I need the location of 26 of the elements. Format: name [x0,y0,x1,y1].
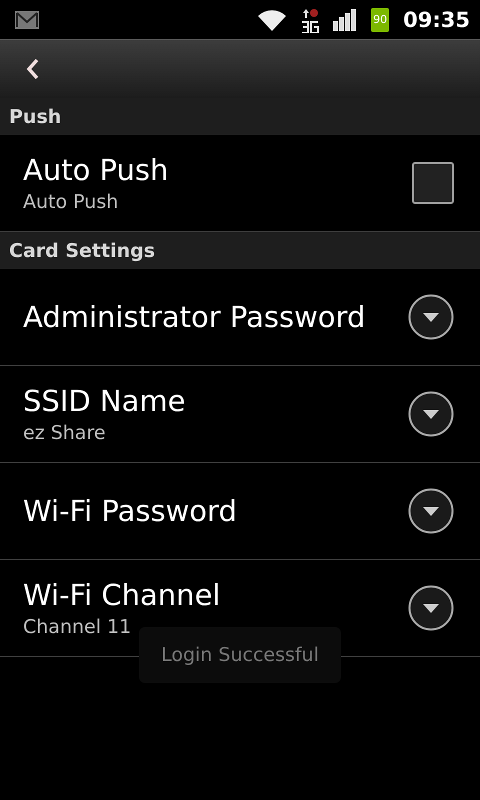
setting-title: Wi-Fi Password [23,494,238,528]
setting-summary: Channel 11 [23,616,132,638]
setting-title: Auto Push [23,153,170,187]
signal-icon [333,8,358,30]
back-icon[interactable] [26,58,40,80]
battery-level: 90 [371,8,390,32]
setting-summary: Auto Push [23,191,120,213]
dropdown-icon[interactable] [408,585,454,631]
section-header: Push [0,98,480,135]
checkbox[interactable] [412,162,454,204]
setting-title: Wi-Fi Channel [23,578,222,612]
setting-summary: ez Share [23,422,107,444]
setting-title: Administrator Password [23,300,366,334]
dropdown-icon[interactable] [408,488,454,534]
dropdown-icon[interactable] [408,391,454,437]
setting-row[interactable]: SSID Name ez Share [0,366,480,463]
setting-row[interactable]: Administrator Password [0,269,480,366]
toast-message: Login Successful [139,627,341,683]
gmail-icon [14,10,40,30]
setting-title: SSID Name [23,384,186,418]
clock: 09:35 [403,8,470,32]
dropdown-icon[interactable] [408,294,454,340]
setting-row[interactable]: Wi-Fi Password [0,463,480,560]
wifi-icon [257,8,288,32]
mobile-data-icon [301,6,320,32]
section-header: Card Settings [0,232,480,269]
